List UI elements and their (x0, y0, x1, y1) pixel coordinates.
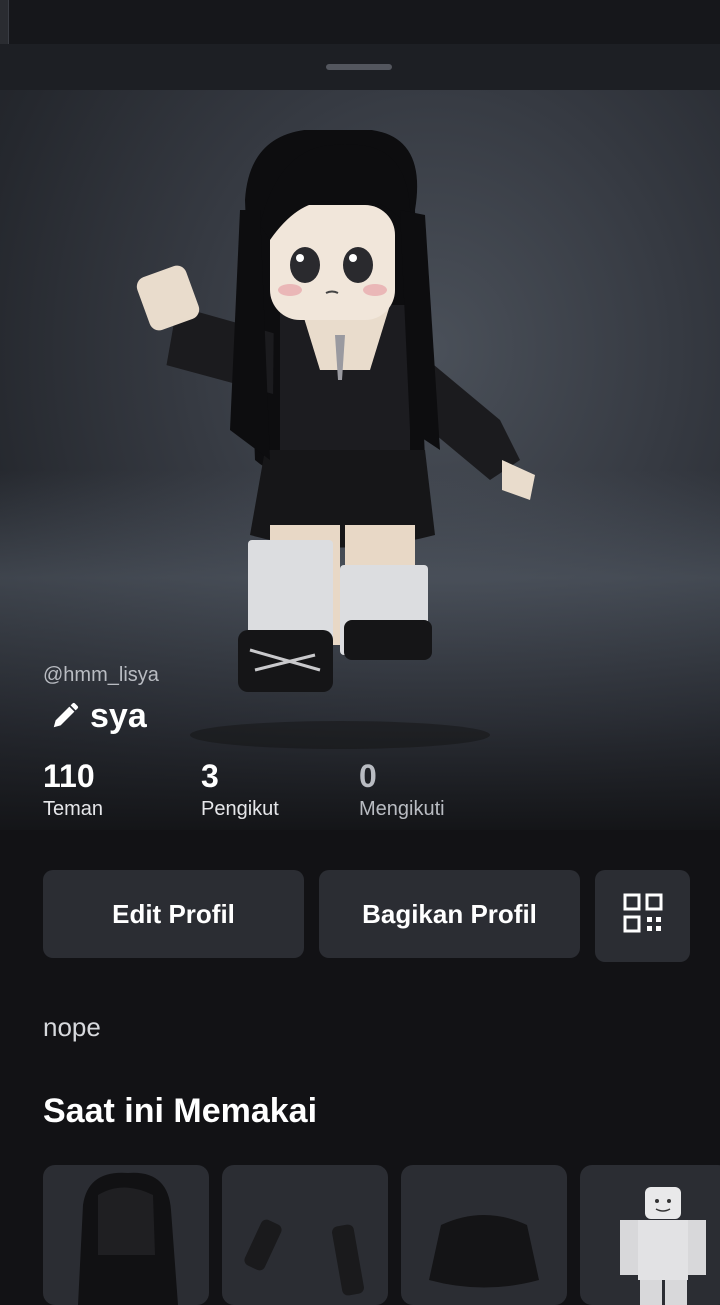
profile-bio: nope (43, 1012, 101, 1042)
avatar-figure (136, 128, 535, 749)
avatar-hero: sya @hmm_lisya (0, 90, 720, 830)
edit-profile-button[interactable]: Edit Profil (43, 870, 304, 958)
stat-friends-count: 110 (43, 758, 95, 794)
wearing-item-hair[interactable] (43, 1165, 209, 1305)
username: @hmm_lisya (43, 664, 159, 686)
pencil-icon[interactable] (50, 701, 80, 731)
qr-code-icon (623, 893, 663, 940)
currently-wearing-title: Saat ini Memakai (43, 1092, 318, 1130)
black-hair-item-icon (78, 1172, 178, 1305)
profile-stats: 110 Teman 3 Pengikut 0 Mengikuti (0, 758, 720, 828)
stat-followers-count: 3 (201, 758, 219, 794)
share-profile-button[interactable]: Bagikan Profil (319, 870, 580, 958)
wearing-item-body[interactable] (580, 1165, 720, 1305)
stat-following-count: 0 (359, 758, 377, 794)
qr-code-button[interactable] (595, 870, 690, 962)
wearing-item-skirt[interactable] (401, 1165, 567, 1305)
black-skirt-item-icon (429, 1215, 539, 1288)
stat-following[interactable]: 0 Mengikuti (359, 758, 445, 821)
stat-friends-label: Teman (43, 798, 104, 820)
stat-friends[interactable]: 110 Teman (43, 758, 103, 821)
display-name-row[interactable]: sya (50, 696, 147, 736)
black-gloves-item-icon (244, 1219, 364, 1296)
top-bar (0, 0, 720, 44)
stat-followers-label: Pengikut (201, 798, 279, 820)
stat-following-label: Mengikuti (359, 798, 445, 820)
display-name: sya (90, 696, 147, 735)
white-body-item-icon (620, 1187, 706, 1305)
drag-handle[interactable] (326, 64, 392, 70)
wearing-item-gloves[interactable] (222, 1165, 388, 1305)
stat-followers[interactable]: 3 Pengikut (201, 758, 279, 821)
avatar-3d-view[interactable] (130, 128, 550, 750)
back-edge[interactable] (0, 0, 9, 44)
